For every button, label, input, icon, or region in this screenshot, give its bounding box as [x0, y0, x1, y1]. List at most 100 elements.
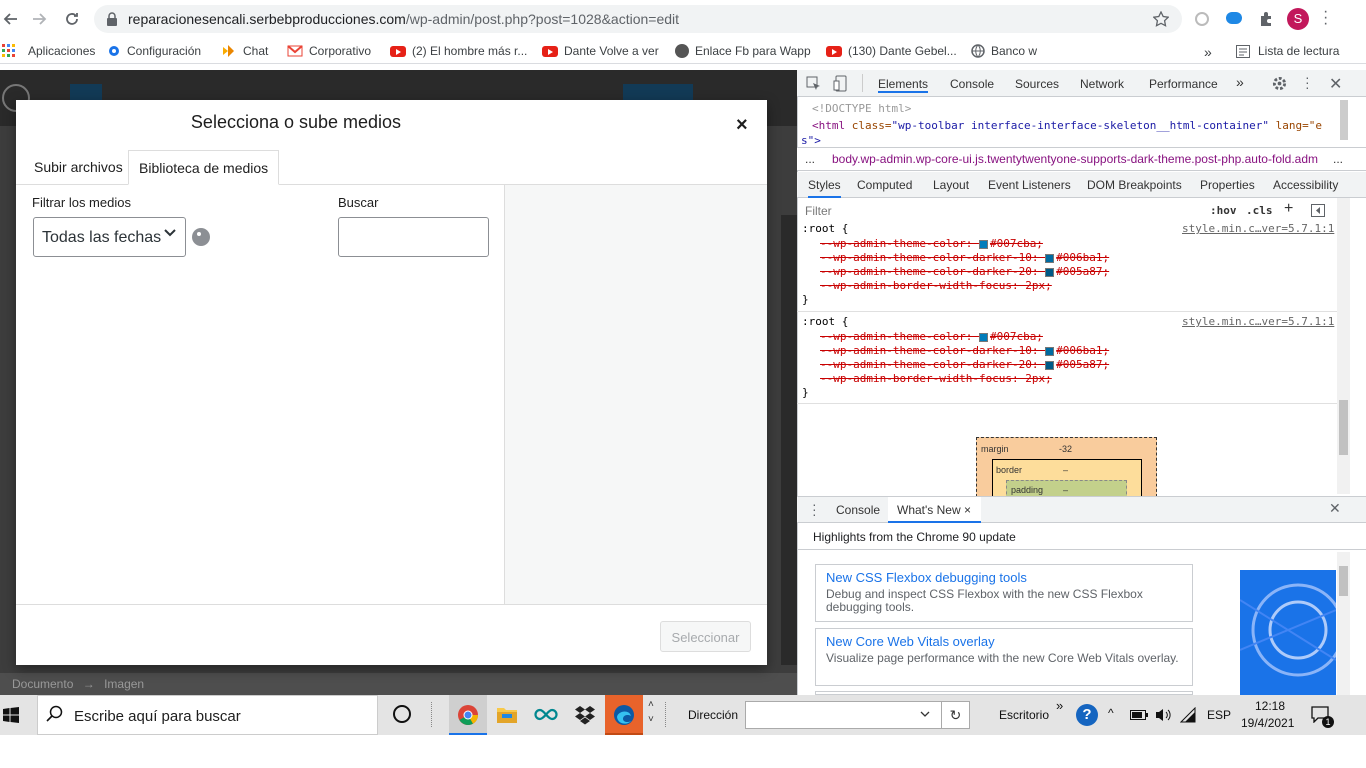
address-go-icon[interactable]: ↻	[941, 701, 970, 729]
page-scrollbar[interactable]	[781, 215, 797, 665]
battery-icon[interactable]	[1130, 709, 1148, 721]
css-selector[interactable]: :root {	[802, 222, 848, 235]
settings-gear-icon[interactable]	[1272, 76, 1287, 91]
doctype-node[interactable]: <!DOCTYPE html>	[812, 102, 911, 115]
taskbar-edge[interactable]	[605, 695, 643, 735]
css-prop[interactable]: --wp-admin-theme-color-darker-20: #005a8…	[820, 358, 1109, 371]
more-bookmarks-button[interactable]: »	[1204, 44, 1212, 60]
volume-icon[interactable]	[1155, 707, 1171, 723]
css-source-link[interactable]: style.min.c…ver=5.7.1:1	[1182, 315, 1334, 328]
language-indicator[interactable]: ESP	[1207, 708, 1231, 722]
tab-media-library[interactable]: Biblioteca de medios	[128, 150, 280, 185]
tab-accessibility[interactable]: Accessibility	[1273, 178, 1338, 192]
color-swatch[interactable]	[1045, 346, 1055, 356]
device-toolbar-icon[interactable]	[833, 75, 848, 92]
css-prop[interactable]: --wp-admin-border-width-focus: 2px;	[820, 279, 1052, 292]
extension-icon[interactable]	[1195, 12, 1209, 26]
styles-filter-input[interactable]: Filter	[805, 204, 832, 218]
css-source-link[interactable]: style.min.c…ver=5.7.1:1	[1182, 222, 1334, 235]
html-node[interactable]: <html class="wp-toolbar interface-interf…	[812, 119, 1322, 132]
desktop-toolbar-label[interactable]: Escritorio	[999, 708, 1049, 722]
elements-scrollbar[interactable]	[1340, 100, 1348, 140]
whats-new-card[interactable]: New Core Web Vitals overlay Visualize pa…	[815, 628, 1193, 686]
breadcrumb-dots-left[interactable]: ...	[805, 152, 815, 166]
bookmark-youtube-2[interactable]: Dante Volve a ver	[542, 44, 659, 58]
tab-layout[interactable]: Layout	[933, 178, 969, 192]
profile-avatar[interactable]: S	[1287, 8, 1309, 30]
toggle-sidebar-icon[interactable]	[1311, 204, 1325, 217]
windows-start-icon[interactable]	[3, 707, 19, 723]
tab-sources[interactable]: Sources	[1015, 77, 1059, 91]
taskbar-dropbox[interactable]	[566, 695, 604, 735]
taskbar-chrome[interactable]	[449, 695, 487, 735]
bookmark-youtube-3[interactable]: (130) Dante Gebel...	[826, 44, 957, 58]
css-prop[interactable]: --wp-admin-border-width-focus: 2px;	[820, 372, 1052, 385]
css-prop[interactable]: --wp-admin-theme-color-darker-10: #006ba…	[820, 344, 1109, 357]
chevron-down-icon[interactable]	[920, 711, 930, 718]
tab-computed[interactable]: Computed	[857, 178, 912, 192]
tab-elements[interactable]: Elements	[878, 77, 929, 93]
dom-breadcrumb[interactable]: body.wp-admin.wp-core-ui.js.twentytwenty…	[832, 152, 1326, 166]
tab-styles[interactable]: Styles	[808, 178, 841, 198]
css-prop[interactable]: --wp-admin-theme-color-darker-10: #006ba…	[820, 251, 1109, 264]
clock-date[interactable]: 19/4/2021	[1241, 716, 1294, 730]
border-value[interactable]: –	[1063, 465, 1068, 475]
taskbar-file-explorer[interactable]	[488, 695, 526, 735]
cloud-extension-icon[interactable]	[1226, 12, 1242, 24]
color-swatch[interactable]	[1045, 360, 1055, 370]
tab-event-listeners[interactable]: Event Listeners	[988, 178, 1071, 192]
taskbar-scroll-arrows[interactable]: ˄ ˅	[648, 697, 654, 727]
reading-list-button[interactable]: Lista de lectura	[1236, 44, 1339, 58]
taskbar-arduino[interactable]	[527, 695, 565, 735]
styles-scrollbar-thumb[interactable]	[1339, 400, 1348, 455]
help-question-icon[interactable]: ?	[1076, 704, 1098, 726]
close-drawer-icon[interactable]: ✕	[1329, 500, 1341, 517]
bookmark-enlace-fb[interactable]: Enlace Fb para Wapp	[675, 44, 811, 58]
bookmark-configuracion[interactable]: Configuración	[107, 44, 201, 58]
tab-upload-files[interactable]: Subir archivos	[24, 150, 133, 185]
color-swatch[interactable]	[978, 239, 988, 249]
color-swatch[interactable]	[1045, 267, 1055, 277]
breadcrumb-dots-right[interactable]: ...	[1333, 152, 1343, 166]
drawer-menu-icon[interactable]: · · ·	[812, 497, 817, 521]
back-button[interactable]	[0, 8, 22, 30]
forward-button[interactable]	[28, 8, 50, 30]
puzzle-extensions-icon[interactable]	[1258, 11, 1274, 27]
show-hidden-icons-chevron-icon[interactable]: ^	[1108, 706, 1114, 720]
css-prop[interactable]: --wp-admin-theme-color: #007cba;	[820, 330, 1043, 343]
bookmark-corporativo[interactable]: Corporativo	[287, 44, 371, 58]
cortana-icon[interactable]	[393, 705, 411, 723]
cls-toggle[interactable]: .cls	[1246, 204, 1273, 217]
date-filter-select[interactable]: Todas las fechas	[33, 217, 186, 257]
close-devtools-icon[interactable]: ✕	[1329, 74, 1342, 94]
tab-properties[interactable]: Properties	[1200, 178, 1255, 192]
padding-value[interactable]: –	[1063, 485, 1068, 495]
bookmark-star-icon[interactable]	[1153, 11, 1169, 27]
url-text[interactable]: reparacionesencali.serbebproducciones.co…	[128, 11, 679, 27]
drawer-scrollbar-thumb[interactable]	[1339, 566, 1348, 596]
tab-network[interactable]: Network	[1080, 77, 1124, 91]
color-swatch[interactable]	[978, 332, 988, 342]
taskbar-search-placeholder[interactable]: Escribe aquí para buscar	[74, 708, 241, 725]
wifi-icon[interactable]	[1180, 707, 1196, 723]
card-title[interactable]: New CSS Flexbox debugging tools	[826, 570, 1182, 585]
drawer-tab-console[interactable]: Console	[836, 503, 880, 517]
bookmark-banco[interactable]: Banco w	[971, 44, 1037, 58]
bookmark-youtube-1[interactable]: (2) El hombre más r...	[390, 44, 527, 58]
reload-button[interactable]	[61, 8, 83, 30]
close-icon[interactable]: ×	[736, 114, 748, 137]
chrome-menu-icon[interactable]: · · ·	[1323, 4, 1328, 32]
bookmark-apps[interactable]: Aplicaciones	[2, 44, 95, 58]
css-prop[interactable]: --wp-admin-theme-color-darker-20: #005a8…	[820, 265, 1109, 278]
hov-toggle[interactable]: :hov	[1210, 204, 1237, 217]
drawer-tab-whats-new[interactable]: What's New ×	[888, 497, 981, 523]
clock-time[interactable]: 12:18	[1255, 699, 1285, 713]
card-title[interactable]: New Core Web Vitals overlay	[826, 634, 1182, 649]
select-button[interactable]: Seleccionar	[660, 621, 751, 652]
css-selector[interactable]: :root {	[802, 315, 848, 328]
address-toolbar-input[interactable]	[745, 701, 970, 729]
new-rule-plus-icon[interactable]: +	[1284, 200, 1293, 218]
css-prop[interactable]: --wp-admin-theme-color: #007cba;	[820, 237, 1043, 250]
devtools-menu-icon[interactable]: · · ·	[1305, 70, 1310, 94]
more-tabs-button[interactable]: »	[1236, 74, 1244, 90]
